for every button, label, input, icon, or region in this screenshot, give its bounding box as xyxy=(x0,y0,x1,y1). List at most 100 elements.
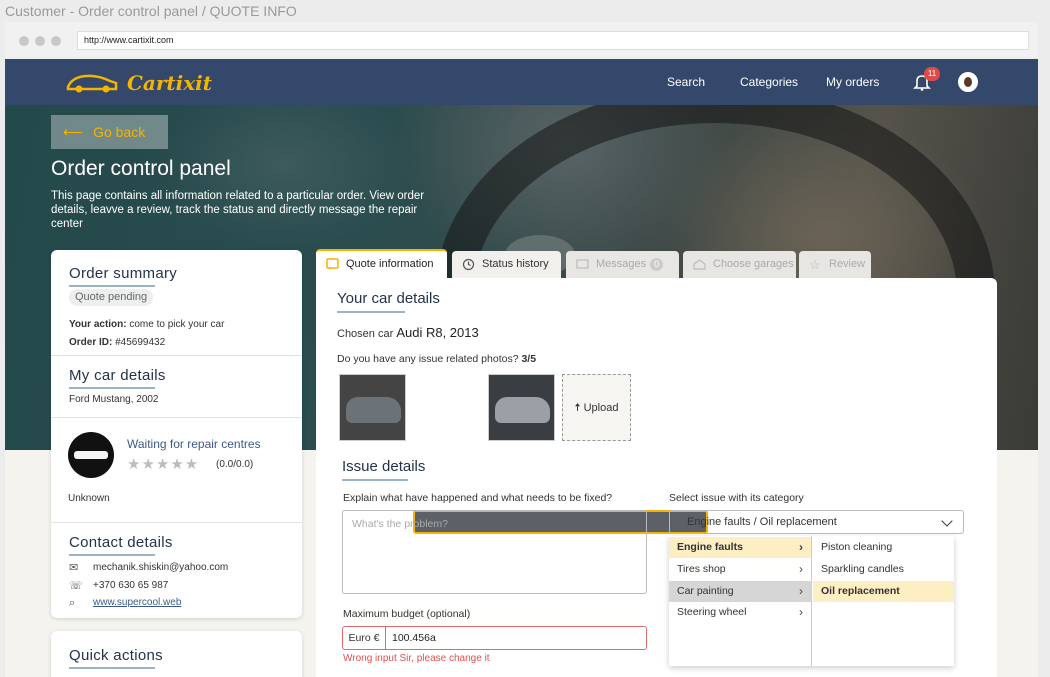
rating-stars-icon: ★★★★★ xyxy=(127,456,200,473)
window-minimize-dot[interactable] xyxy=(35,36,45,46)
title-underline xyxy=(342,479,408,481)
car-image xyxy=(346,397,401,423)
order-summary-title: Order summary xyxy=(69,265,178,282)
car-photo-1[interactable] xyxy=(339,374,406,441)
divider xyxy=(51,417,302,418)
tab-review[interactable]: ☆ Review xyxy=(799,251,871,278)
address-bar[interactable]: http://www.cartixit.com xyxy=(77,31,1029,50)
subcategory-item-oil-replacement[interactable]: Oil replacement xyxy=(813,581,954,602)
category-item-steering-wheel[interactable]: Steering wheel › xyxy=(669,602,811,623)
notification-badge: 11 xyxy=(924,67,940,81)
upload-icon: 🠅 xyxy=(574,402,581,414)
subcategory-item-piston-cleaning[interactable]: Piston cleaning xyxy=(813,537,954,558)
photos-count: 3/5 xyxy=(521,353,537,365)
chosen-car-value: Audi R8, 2013 xyxy=(396,325,479,340)
category-item-label: Tires shop xyxy=(677,563,726,575)
category-item-car-painting[interactable]: Car painting › xyxy=(669,581,811,602)
status-badge: Quote pending xyxy=(69,289,154,306)
message-icon xyxy=(576,259,589,269)
go-back-button[interactable]: ⟵ Go back xyxy=(51,115,168,149)
car-photo-3[interactable] xyxy=(488,374,555,441)
currency-prefix: Euro € xyxy=(343,627,386,649)
category-selected-value: Engine faults / Oil replacement xyxy=(687,516,837,528)
upload-label: Upload xyxy=(583,402,619,414)
contact-web-link[interactable]: www.supercool.web xyxy=(93,597,181,608)
mail-icon: ✉ xyxy=(69,562,79,574)
order-id: Order ID: #45699432 xyxy=(69,337,165,348)
go-back-label: Go back xyxy=(93,124,146,140)
tab-label: Messages xyxy=(596,258,647,270)
tab-messages[interactable]: Messages 0 xyxy=(566,251,679,278)
your-action-label: Your action: xyxy=(69,319,127,330)
messages-count: 0 xyxy=(650,258,664,271)
your-action: Your action: come to pick your car xyxy=(69,319,224,330)
problem-textarea[interactable]: What's the problem? xyxy=(342,510,647,594)
chevron-right-icon: › xyxy=(799,540,803,554)
category-dropdown: Engine faults › Tires shop › Car painting ›… xyxy=(669,536,954,666)
nav-search[interactable]: Search xyxy=(667,75,705,89)
phone-icon: ☏ xyxy=(69,580,83,592)
order-summary-panel: Order summary Quote pending Your action:… xyxy=(51,250,302,618)
quote-content-panel: Your car details Chosen car Audi R8, 201… xyxy=(316,278,997,677)
budget-label: Maximum budget (optional) xyxy=(343,608,471,620)
repair-center-name[interactable]: Waiting for repair centres xyxy=(127,437,261,451)
your-action-value: come to pick your car xyxy=(129,319,225,330)
budget-input[interactable]: Euro € 100.456a xyxy=(342,626,647,650)
tab-choose-garages[interactable]: Choose garages xyxy=(683,251,796,278)
contact-phone[interactable]: +370 630 65 987 xyxy=(93,580,168,591)
your-car-title: Your car details xyxy=(337,290,440,307)
title-underline xyxy=(69,554,155,556)
tab-status-history[interactable]: Status history xyxy=(452,251,561,278)
tab-label: Status history xyxy=(482,258,549,270)
car-logo-icon xyxy=(66,74,118,93)
arrow-left-icon: ⟵ xyxy=(63,124,84,140)
upload-button[interactable]: 🠅 Upload xyxy=(562,374,631,441)
category-item-tires-shop[interactable]: Tires shop › xyxy=(669,559,811,580)
globe-icon: ⌕ xyxy=(69,597,76,609)
brand-logo[interactable]: Cartixit xyxy=(64,69,212,95)
category-item-label: Steering wheel xyxy=(677,606,747,618)
chevron-right-icon: › xyxy=(799,605,803,619)
top-nav: Cartixit Search Categories My orders 11 xyxy=(5,59,1038,105)
brand-name: Cartixit xyxy=(127,71,213,95)
category-select[interactable]: Engine faults / Oil replacement xyxy=(669,510,964,534)
explain-label: Explain what have happened and what need… xyxy=(343,492,613,504)
divider xyxy=(51,522,302,523)
nav-categories[interactable]: Categories xyxy=(740,75,798,89)
tab-label: Quote information xyxy=(346,258,434,270)
subcategory-item-sparkling-candles[interactable]: Sparkling candles xyxy=(813,559,954,580)
avatar[interactable] xyxy=(958,72,978,92)
tab-label: Review xyxy=(829,258,866,270)
category-item-label: Car painting xyxy=(677,585,734,597)
chevron-down-icon xyxy=(941,515,953,527)
category-label: Select issue with its category xyxy=(669,492,804,504)
tab-label: Choose garages xyxy=(713,258,794,270)
window-close-dot[interactable] xyxy=(19,36,29,46)
title-underline xyxy=(69,285,155,287)
my-car-value: Ford Mustang, 2002 xyxy=(69,394,159,405)
photos-question-text: Do you have any issue related photos? xyxy=(337,353,519,365)
nav-my-orders[interactable]: My orders xyxy=(826,75,879,89)
photos-question: Do you have any issue related photos? 3/… xyxy=(337,353,536,365)
category-item-engine-faults[interactable]: Engine faults › xyxy=(669,537,811,558)
quick-actions-title: Quick actions xyxy=(69,647,163,664)
my-car-title: My car details xyxy=(69,367,166,384)
history-icon xyxy=(462,258,475,271)
title-underline xyxy=(337,311,405,313)
tab-quote-information[interactable]: Quote information xyxy=(316,249,447,278)
chosen-car: Chosen car Audi R8, 2013 xyxy=(337,325,479,340)
page-title: Order control panel xyxy=(51,157,231,180)
window-maximize-dot[interactable] xyxy=(51,36,61,46)
browser-chrome: http://www.cartixit.com xyxy=(5,22,1038,58)
issue-details-title: Issue details xyxy=(342,458,426,475)
page-description: This page contains all information relat… xyxy=(51,190,425,230)
chevron-right-icon: › xyxy=(799,584,803,598)
chevron-right-icon: › xyxy=(799,562,803,576)
star-icon: ☆ xyxy=(809,257,821,272)
budget-value: 100.456a xyxy=(392,632,436,644)
order-id-label: Order ID: xyxy=(69,337,113,348)
repair-center-logo xyxy=(68,432,114,478)
contact-title: Contact details xyxy=(69,534,173,551)
contact-email[interactable]: mechanik.shiskin@yahoo.com xyxy=(93,562,228,573)
title-underline xyxy=(69,387,155,389)
